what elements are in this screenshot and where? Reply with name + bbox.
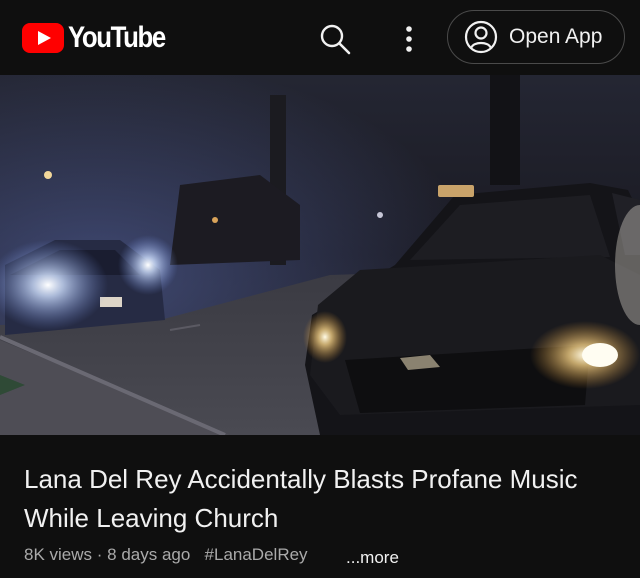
logo-wordmark: YouTube [68,21,166,54]
upload-age: 8 days ago [107,545,191,564]
more-options-button[interactable] [396,22,422,56]
meta-separator: · [96,545,103,564]
search-button[interactable] [318,22,352,56]
youtube-play-logo-icon [22,23,64,53]
search-icon [320,24,351,55]
account-circle-icon [464,20,498,54]
video-frame-night-street-scene [0,75,640,435]
youtube-logo[interactable]: YouTube [22,21,181,54]
more-vertical-icon [406,26,412,52]
view-count: 8K views [24,545,93,564]
description-more-link[interactable]: ...more [346,548,399,568]
top-app-bar: YouTube Open App [0,0,640,75]
open-app-button[interactable]: Open App [447,10,625,64]
video-metadata: 8K views · 8 days ago #LanaDelRey [24,545,308,565]
video-title[interactable]: Lana Del Rey Accidentally Blasts Profane… [24,460,614,538]
video-player[interactable] [0,75,640,435]
open-app-label: Open App [509,25,603,48]
hashtag-link[interactable]: #LanaDelRey [205,545,308,564]
